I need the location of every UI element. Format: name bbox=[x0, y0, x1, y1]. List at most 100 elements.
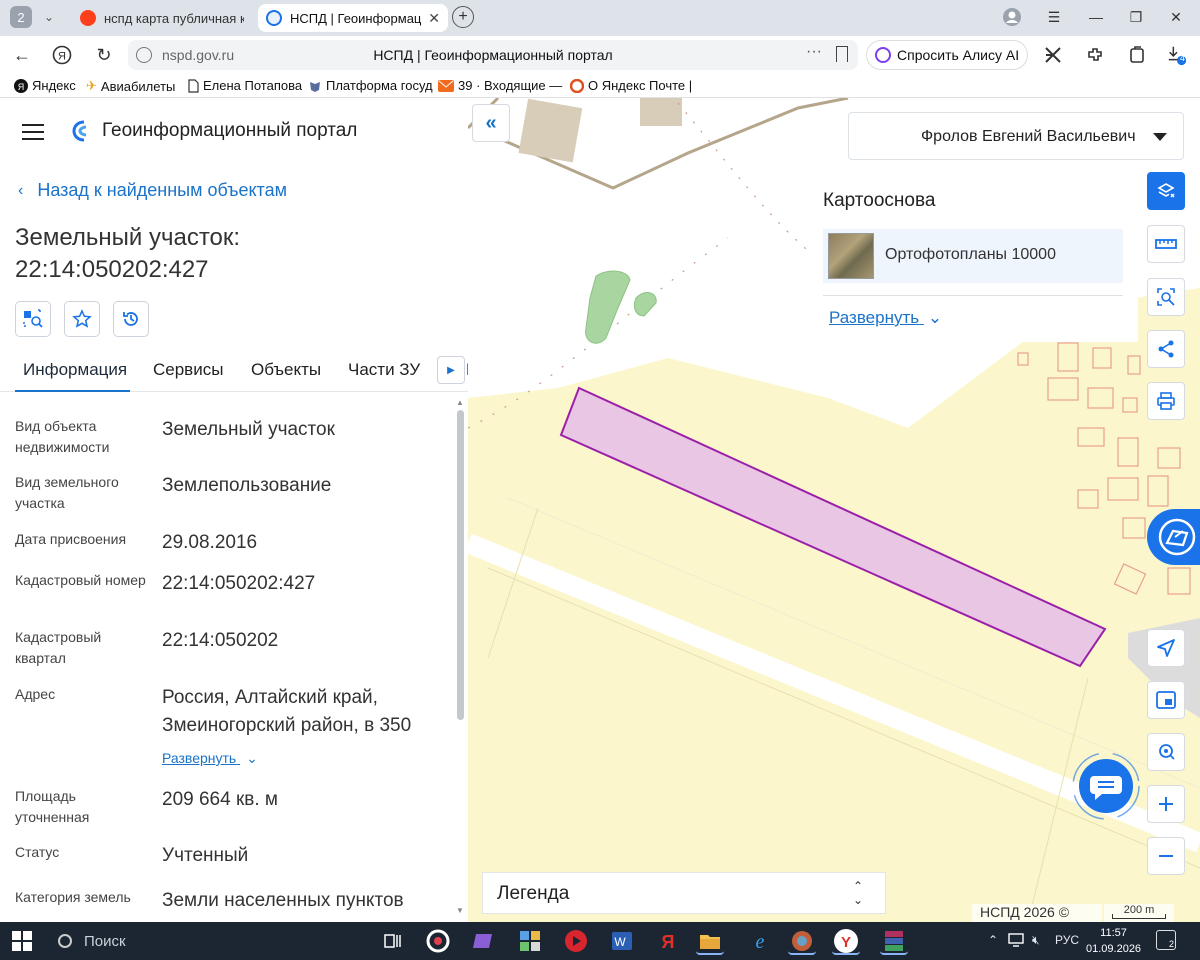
more-icon[interactable]: ··· bbox=[806, 43, 822, 61]
restore-icon[interactable]: ❐ bbox=[1124, 6, 1148, 28]
language-indicator[interactable]: РУС bbox=[1055, 933, 1079, 947]
windows-start-icon[interactable] bbox=[12, 931, 32, 951]
collections-icon[interactable] bbox=[1126, 44, 1148, 66]
network-icon[interactable] bbox=[1008, 933, 1024, 947]
layers-button[interactable] bbox=[1147, 172, 1185, 210]
bookmark-yandex-mail[interactable]: О Яндекс Почте | bbox=[570, 78, 692, 93]
minimap-button[interactable] bbox=[1147, 681, 1185, 719]
address-expand-link[interactable]: Развернуть ⌄ bbox=[162, 750, 258, 767]
document-icon bbox=[188, 78, 199, 93]
profile-avatar-icon[interactable] bbox=[1000, 6, 1024, 28]
tools-icon[interactable] bbox=[1042, 44, 1064, 66]
collapse-panel-button[interactable]: « bbox=[472, 104, 510, 142]
volume-muted-icon[interactable]: 🔇︎ bbox=[1032, 933, 1040, 948]
zoom-out-button[interactable] bbox=[1147, 837, 1185, 875]
locate-on-map-button[interactable] bbox=[15, 301, 51, 337]
zoom-in-button[interactable] bbox=[1147, 785, 1185, 823]
notifications-icon[interactable]: 2 bbox=[1156, 930, 1176, 950]
measure-button[interactable] bbox=[1147, 225, 1185, 263]
url-field[interactable]: nspd.gov.ru НСПД | Геоинформационный пор… bbox=[128, 40, 858, 70]
taskbar-app-globe-icon[interactable] bbox=[788, 927, 816, 955]
reload-icon[interactable]: ↻ bbox=[90, 42, 118, 68]
back-arrow-icon[interactable]: ← bbox=[8, 42, 36, 68]
tabs-next-button[interactable]: ▶ bbox=[437, 356, 465, 384]
taskbar-clock[interactable]: 11:57 01.09.2026 bbox=[1086, 925, 1141, 957]
browser-tab-nspd[interactable]: НСПД | Геоинформационный портал ✕ bbox=[258, 4, 448, 32]
back-to-results-link[interactable]: ‹ Назад к найденным объектам bbox=[18, 180, 287, 201]
bookmark-inbox[interactable]: 39 · Входящие — bbox=[438, 78, 562, 93]
taskbar-search-placeholder: Поиск bbox=[84, 932, 126, 950]
taskbar-search[interactable]: Поиск bbox=[48, 922, 358, 960]
print-button[interactable] bbox=[1147, 382, 1185, 420]
bookmark-flights[interactable]: ✈ Авиабилеты bbox=[86, 78, 175, 94]
downloads-badge: 4 bbox=[1180, 53, 1186, 63]
layers-icon bbox=[1157, 183, 1175, 198]
copyright-label: НСПД 2026 © bbox=[972, 904, 1102, 922]
task-view-icon[interactable] bbox=[378, 927, 406, 955]
favorite-button[interactable] bbox=[64, 301, 100, 337]
property-value: Земельный участок bbox=[162, 419, 335, 440]
bookmark-gosuslugi[interactable]: Платформа госуд bbox=[308, 78, 433, 93]
scale-bar: 200 m bbox=[1104, 904, 1174, 922]
minimize-icon[interactable]: — bbox=[1084, 6, 1108, 28]
tab-objects[interactable]: Объекты bbox=[251, 360, 321, 380]
yandex-app-icon[interactable]: Я bbox=[654, 927, 682, 955]
taskbar-app-c-icon[interactable] bbox=[424, 927, 452, 955]
tab-information[interactable]: Информация bbox=[23, 360, 127, 380]
property-label: Площадь уточненная bbox=[15, 788, 90, 825]
cadastral-tools-button[interactable] bbox=[1147, 509, 1200, 565]
basemap-layer-item[interactable]: Ортофотопланы 10000 bbox=[823, 229, 1123, 283]
file-explorer-icon[interactable] bbox=[696, 927, 724, 955]
panel-scrollbar[interactable] bbox=[457, 410, 464, 720]
user-menu[interactable]: Фролов Евгений Васильевич bbox=[848, 112, 1184, 160]
bookmark-label: Платформа госуд bbox=[326, 78, 433, 93]
close-tab-icon[interactable]: ✕ bbox=[428, 10, 440, 27]
expand-layers-link[interactable]: Развернуть ⌄ bbox=[829, 308, 942, 328]
geolocation-button[interactable] bbox=[1147, 629, 1185, 667]
scroll-up-icon[interactable]: ▲ bbox=[456, 398, 464, 407]
property-value: 209 664 кв. м bbox=[162, 789, 278, 810]
yandex-home-icon[interactable]: Я bbox=[48, 42, 76, 68]
tab-count-button[interactable]: 2 bbox=[10, 6, 32, 28]
word-icon[interactable]: W bbox=[608, 927, 636, 955]
area-search-button[interactable] bbox=[1147, 278, 1185, 316]
chat-icon bbox=[1072, 752, 1140, 820]
zoom-to-object-icon bbox=[23, 309, 43, 328]
winrar-icon[interactable] bbox=[880, 927, 908, 955]
tab-list-chevron-icon[interactable]: ⌄ bbox=[38, 6, 60, 28]
bookmark-elena[interactable]: Елена Потапова bbox=[188, 78, 302, 93]
taskbar-app-player-icon[interactable] bbox=[562, 927, 590, 955]
history-button[interactable] bbox=[113, 301, 149, 337]
yandex-browser-icon[interactable]: Y bbox=[832, 927, 860, 955]
location-search-button[interactable] bbox=[1147, 733, 1185, 771]
menu-hamburger-icon[interactable] bbox=[22, 124, 44, 140]
property-label: Адрес bbox=[15, 686, 56, 702]
chat-assistant-button[interactable] bbox=[1070, 750, 1142, 822]
internet-explorer-icon[interactable]: e bbox=[746, 927, 774, 955]
taskbar-app-purple-icon[interactable] bbox=[470, 927, 498, 955]
scroll-down-icon[interactable]: ▼ bbox=[456, 906, 464, 915]
property-label: Кадастровый квартал bbox=[15, 629, 102, 666]
close-window-icon[interactable]: ✕ bbox=[1164, 6, 1188, 28]
tab-services[interactable]: Сервисы bbox=[153, 360, 223, 380]
new-tab-button[interactable]: + bbox=[452, 6, 474, 28]
basemap-layer-name: Ортофотопланы 10000 bbox=[885, 246, 1056, 263]
extensions-icon[interactable] bbox=[1084, 44, 1106, 66]
expand-collapse-icon[interactable]: ⌃ ⌄ bbox=[853, 879, 863, 907]
tray-overflow-icon[interactable]: ⌃ bbox=[988, 933, 998, 947]
downloads-icon[interactable]: 4 bbox=[1166, 44, 1188, 66]
menu-icon[interactable]: ☰ bbox=[1042, 6, 1066, 28]
chevron-down-icon: ⌄ bbox=[246, 750, 258, 766]
portal-title[interactable]: Геоинформационный портал bbox=[102, 120, 357, 142]
yandex-mail-icon bbox=[570, 78, 584, 93]
legend-bar[interactable]: Легенда ⌃ ⌄ bbox=[482, 872, 886, 914]
bookmark-yandex[interactable]: Я Яндекс bbox=[14, 78, 76, 93]
browser-tab-search[interactable]: нспд карта публичная кадастровая bbox=[72, 4, 252, 32]
bookmarks-bar: Я Яндекс ✈ Авиабилеты Елена Потапова Пла… bbox=[0, 74, 1200, 98]
svg-text:W: W bbox=[614, 935, 626, 949]
taskbar-app-control-icon[interactable] bbox=[516, 927, 544, 955]
tab-parts[interactable]: Части ЗУ bbox=[348, 360, 420, 380]
bookmark-icon[interactable] bbox=[836, 46, 848, 62]
share-button[interactable] bbox=[1147, 330, 1185, 368]
ask-alice-button[interactable]: Спросить Алису AI bbox=[866, 40, 1028, 70]
